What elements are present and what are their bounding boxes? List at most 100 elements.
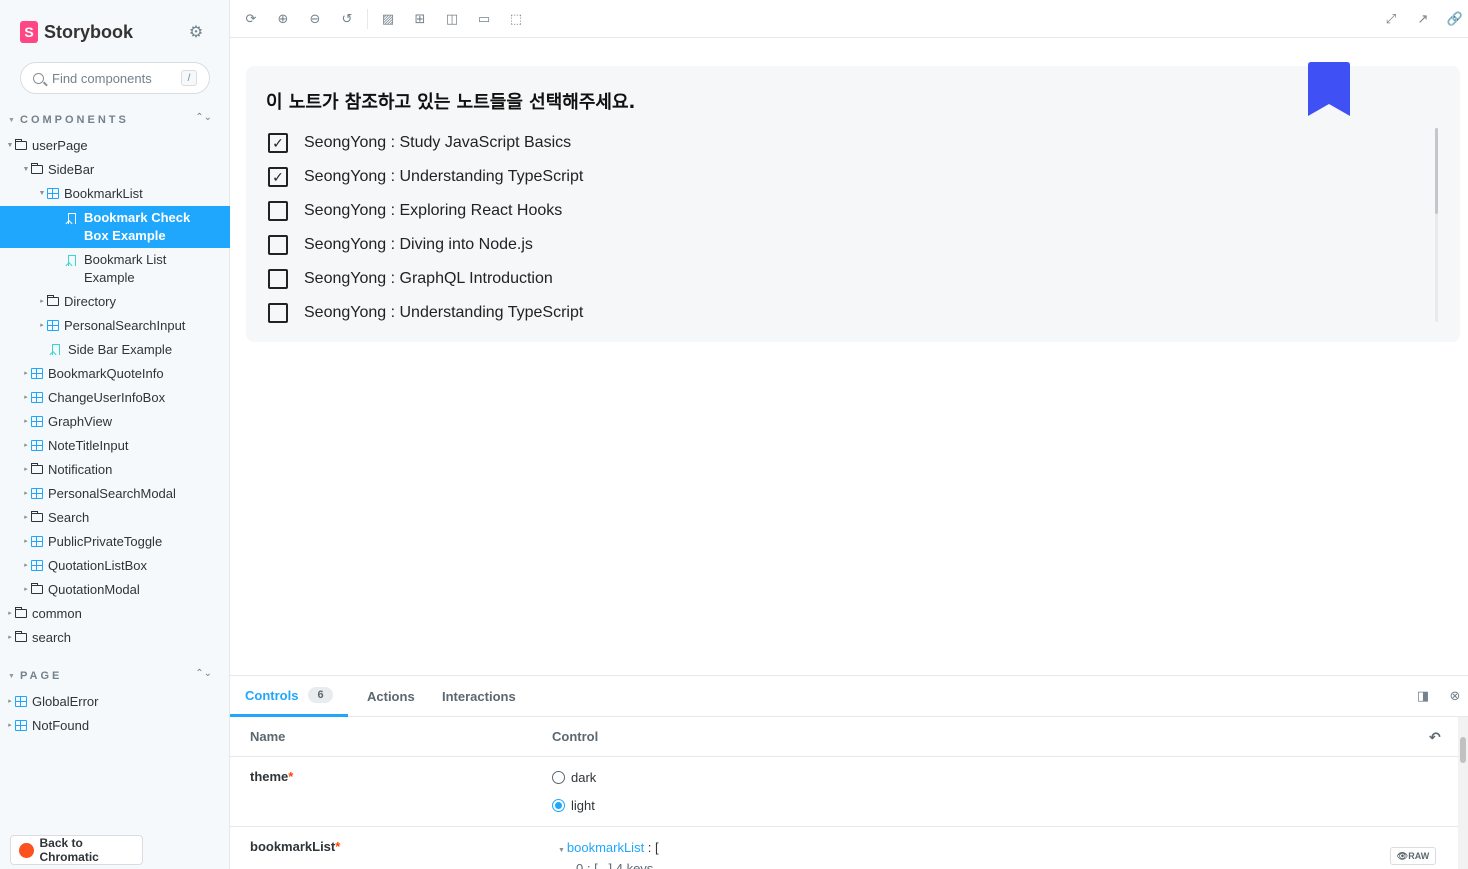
tab-controls[interactable]: Controls 6	[230, 676, 348, 717]
tree-item-quotationmodal[interactable]: ▸ QuotationModal	[0, 577, 230, 601]
tree-item-bookmarkquoteinfo[interactable]: ▸ BookmarkQuoteInfo	[0, 361, 230, 385]
checkbox[interactable]	[268, 269, 288, 289]
checkbox-label: SeongYong : Exploring React Hooks	[304, 202, 563, 219]
json-tree-child[interactable]: 0 : [...] 4 keys	[576, 861, 653, 869]
tree-item-quotationlistbox[interactable]: ▸ QuotationListBox	[0, 553, 230, 577]
tree-item-publicprivatetoggle[interactable]: ▸ PublicPrivateToggle	[0, 529, 230, 553]
storybook-brand[interactable]: S Storybook	[20, 20, 133, 44]
search-box[interactable]: /	[20, 62, 210, 94]
checkbox-row[interactable]: ✓ SeongYong : Study JavaScript Basics	[268, 126, 571, 160]
tree-label: common	[32, 605, 82, 621]
viewport-icon[interactable]: ▭	[476, 11, 492, 27]
checkbox-row[interactable]: SeongYong : Understanding TypeScript	[268, 296, 583, 330]
tree-item-search[interactable]: ▸ search	[0, 625, 230, 649]
search-input[interactable]	[52, 70, 172, 86]
chevron-right-icon: ▸	[24, 466, 28, 473]
expand-collapse-icon[interactable]: ⌃⌄	[195, 668, 212, 679]
tree-item-personalsearchinput[interactable]: ▸ PersonalSearchInput	[0, 313, 230, 337]
checkbox-label: SeongYong : GraphQL Introduction	[304, 270, 553, 287]
theme-icon[interactable]: ◫	[444, 11, 460, 27]
tree-item-notfound[interactable]: ▸ NotFound	[0, 713, 230, 737]
radio-option-dark[interactable]: dark	[552, 767, 596, 787]
scrollbar-thumb[interactable]	[1435, 128, 1438, 214]
tree-label: PersonalSearchModal	[48, 485, 176, 501]
tree-item-side-bar-example[interactable]: Side Bar Example	[0, 337, 230, 361]
chevron-down-icon: ▼	[6, 141, 14, 149]
open-new-tab-icon[interactable]: ↗	[1415, 11, 1431, 27]
story-title: 이 노트가 참조하고 있는 노트들을 선택해주세요.	[266, 92, 636, 113]
chevron-right-icon: ▸	[24, 586, 28, 593]
outline-icon[interactable]: ⬚	[508, 11, 524, 27]
expand-collapse-icon[interactable]: ⌃⌄	[195, 112, 212, 123]
zoom-out-icon[interactable]: ⊖	[307, 11, 323, 27]
checkbox-row[interactable]: SeongYong : Diving into Node.js	[268, 228, 533, 262]
reset-controls-icon[interactable]: ↶	[1429, 729, 1441, 746]
checkbox[interactable]	[268, 303, 288, 323]
tree-item-changeuserinfobox[interactable]: ▸ ChangeUserInfoBox	[0, 385, 230, 409]
list-scrollbar[interactable]	[1435, 128, 1438, 322]
tree-item-sidebar[interactable]: ▼ SideBar	[0, 157, 230, 181]
folder-icon	[15, 607, 27, 618]
chevron-right-icon: ▸	[8, 698, 12, 705]
checkbox[interactable]	[268, 201, 288, 221]
chevron-right-icon: ▸	[40, 322, 44, 329]
tree-item-personalsearchmodal[interactable]: ▸ PersonalSearchModal	[0, 481, 230, 505]
tree-item-directory[interactable]: ▸ Directory	[0, 289, 230, 313]
tree-label: QuotationModal	[48, 581, 140, 597]
grid-icon[interactable]: ⊞	[412, 11, 428, 27]
tab-interactions[interactable]: Interactions	[442, 676, 516, 717]
component-icon	[47, 319, 59, 331]
checkbox[interactable]: ✓	[268, 167, 288, 187]
component-icon	[47, 187, 59, 199]
tree-item-notetitleinput[interactable]: ▸ NoteTitleInput	[0, 433, 230, 457]
tree-label: BookmarkList	[64, 185, 143, 201]
background-icon[interactable]: ▨	[380, 11, 396, 27]
copy-link-icon[interactable]: 🔗	[1447, 11, 1463, 27]
folder-icon	[31, 163, 43, 174]
tree-item-search-folder[interactable]: ▸ Search	[0, 505, 230, 529]
tree-item-globalerror[interactable]: ▸ GlobalError	[0, 689, 230, 713]
chevron-right-icon: ▸	[24, 538, 28, 545]
component-icon	[31, 535, 43, 547]
chevron-right-icon: ▸	[24, 370, 28, 377]
tree-item-graphview[interactable]: ▸ GraphView	[0, 409, 230, 433]
back-to-chromatic-button[interactable]: Back to Chromatic	[10, 835, 143, 865]
reload-icon[interactable]: ⟳	[243, 11, 259, 27]
tree-item-bookmarklist[interactable]: ▼ BookmarkList	[0, 181, 230, 205]
tree-item-notification[interactable]: ▸ Notification	[0, 457, 230, 481]
close-panel-icon[interactable]: ⊗	[1447, 688, 1463, 704]
json-tree-root[interactable]: ▼ bookmarkList : [	[558, 840, 659, 855]
checkbox-row[interactable]: SeongYong : Exploring React Hooks	[268, 194, 562, 228]
tree-item-common[interactable]: ▸ common	[0, 601, 230, 625]
fullscreen-icon[interactable]: ⤢	[1383, 11, 1399, 27]
panel-scrollbar[interactable]	[1458, 717, 1468, 869]
tab-actions[interactable]: Actions	[367, 676, 415, 717]
checkbox-row[interactable]: ✓ SeongYong : Understanding TypeScript	[268, 160, 583, 194]
section-components[interactable]: ▼ COMPONENTS ⌃⌄	[8, 111, 218, 129]
zoom-in-icon[interactable]: ⊕	[275, 11, 291, 27]
tree-item-bookmark-check-box-example[interactable]: Bookmark Check Box Example	[0, 206, 230, 248]
settings-gear-icon[interactable]: ⚙	[187, 23, 205, 41]
panel-orientation-icon[interactable]: ◨	[1415, 688, 1431, 704]
bookmark-icon	[1308, 62, 1350, 116]
checkbox[interactable]: ✓	[268, 133, 288, 153]
section-page[interactable]: ▼ PAGE ⌃⌄	[8, 667, 218, 685]
scrollbar-thumb[interactable]	[1460, 737, 1466, 763]
radio-button[interactable]	[552, 770, 565, 784]
tree-label: Bookmark Check Box Example	[84, 210, 191, 243]
tree-item-userpage[interactable]: ▼ userPage	[0, 133, 230, 157]
radio-button[interactable]	[552, 798, 565, 812]
tree-label: PublicPrivateToggle	[48, 533, 163, 549]
radio-label: dark	[571, 769, 597, 785]
component-icon	[31, 559, 43, 571]
checkbox[interactable]	[268, 235, 288, 255]
tree-item-bookmark-list-example[interactable]: Bookmark List Example	[0, 248, 230, 290]
checkbox-row[interactable]: SeongYong : GraphQL Introduction	[268, 262, 553, 296]
bookmark-checkbox-container: 이 노트가 참조하고 있는 노트들을 선택해주세요. ✓ SeongYong :…	[246, 62, 1460, 342]
raw-toggle-button[interactable]: 👁 RAW	[1390, 847, 1436, 865]
bookmark-check-list: ✓ SeongYong : Study JavaScript Basics ✓ …	[268, 126, 1438, 324]
radio-option-light[interactable]: light	[552, 795, 595, 815]
bookmark-story-icon	[52, 343, 60, 355]
zoom-reset-icon[interactable]: ↺	[339, 11, 355, 27]
arg-name: theme*	[250, 769, 294, 784]
